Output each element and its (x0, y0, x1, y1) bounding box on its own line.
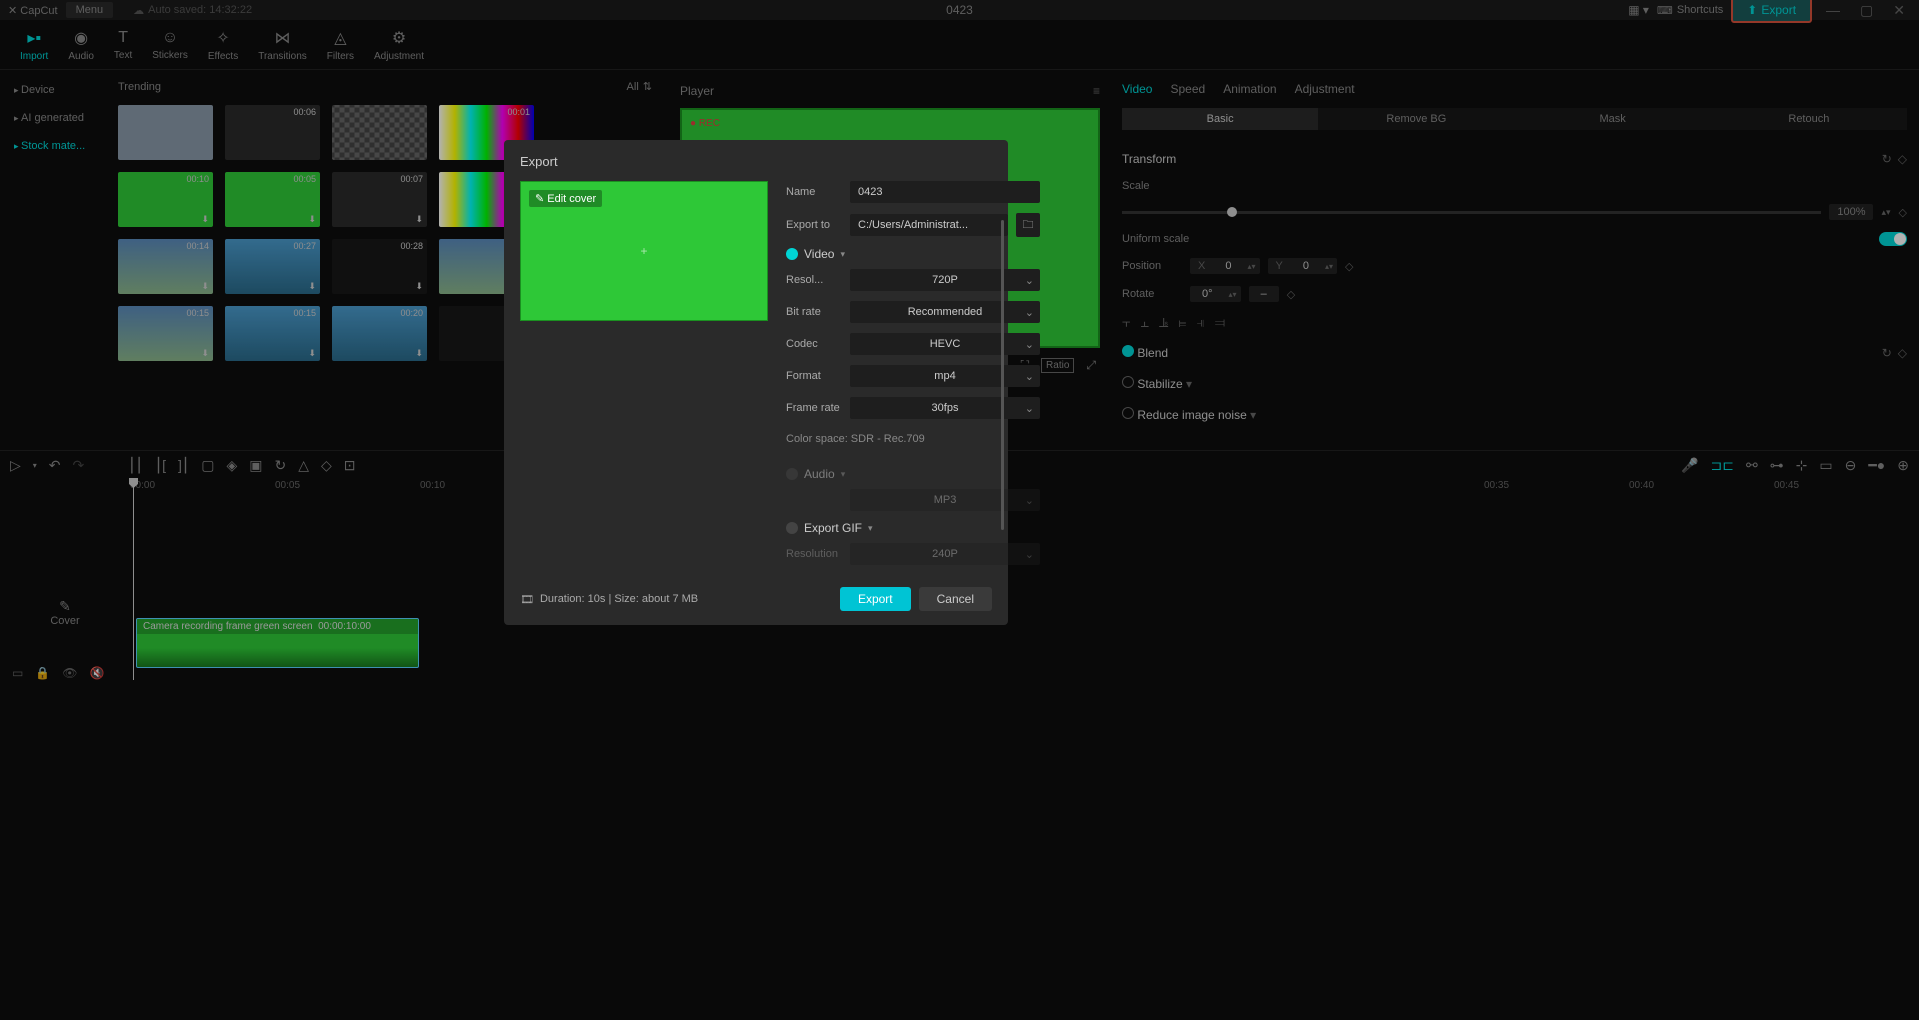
export-dialog: Export ✎ Edit cover + Name Export to 🗀 V… (504, 140, 1008, 625)
gif-checkbox[interactable] (786, 522, 798, 534)
codec-select[interactable]: HEVC (850, 333, 1040, 355)
audio-checkbox[interactable] (786, 468, 798, 480)
resolution-select[interactable]: 720P (850, 269, 1040, 291)
add-icon: + (640, 244, 647, 258)
dialog-title: Export (520, 154, 992, 169)
audio-format-select: MP3 (850, 489, 1040, 511)
export-preview[interactable]: ✎ Edit cover + (520, 181, 768, 321)
res-label: Resol... (786, 274, 842, 286)
bitrate-select[interactable]: Recommended (850, 301, 1040, 323)
framerate-label: Frame rate (786, 402, 842, 414)
film-icon: 🎞 (520, 593, 534, 606)
browse-button[interactable]: 🗀 (1016, 213, 1040, 237)
bitrate-label: Bit rate (786, 306, 842, 318)
name-label: Name (786, 186, 842, 198)
folder-icon: 🗀 (1023, 216, 1034, 235)
format-select[interactable]: mp4 (850, 365, 1040, 387)
dialog-scrollbar[interactable] (1001, 220, 1004, 530)
editcover-label: Edit cover (547, 193, 596, 205)
export-info-text: Duration: 10s | Size: about 7 MB (540, 593, 698, 605)
gif-res-label: Resolution (786, 548, 842, 560)
export-confirm-button[interactable]: Export (840, 587, 911, 611)
edit-cover-button[interactable]: ✎ Edit cover (529, 190, 602, 207)
video-checkbox[interactable] (786, 248, 798, 260)
video-section-label: Video (804, 247, 834, 261)
audio-section-label: Audio (804, 467, 835, 481)
gif-section-label: Export GIF (804, 521, 862, 535)
exportto-input[interactable] (850, 214, 1008, 236)
gif-res-select: 240P (850, 543, 1040, 565)
export-info: 🎞 Duration: 10s | Size: about 7 MB (520, 593, 698, 606)
codec-label: Codec (786, 338, 842, 350)
cancel-button[interactable]: Cancel (919, 587, 992, 611)
name-input[interactable] (850, 181, 1040, 203)
format-label: Format (786, 370, 842, 382)
framerate-select[interactable]: 30fps (850, 397, 1040, 419)
exportto-label: Export to (786, 219, 842, 231)
